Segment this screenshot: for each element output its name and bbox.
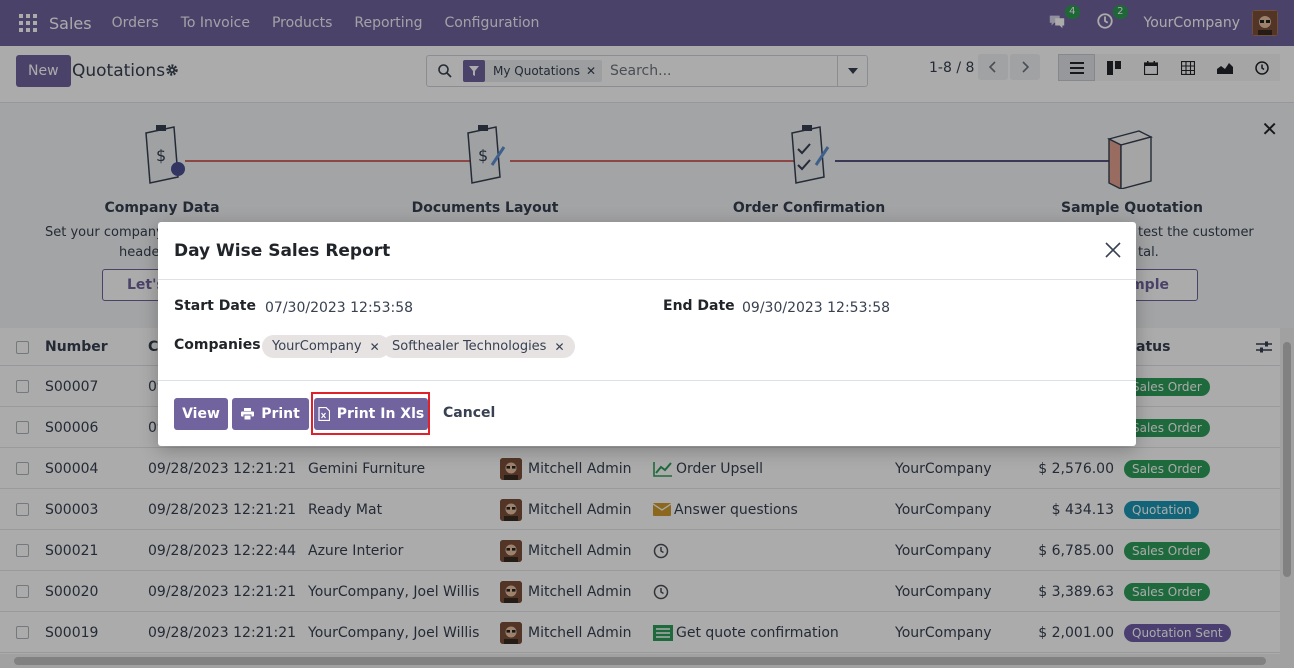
end-date-label: End Date xyxy=(663,298,735,314)
print-button-label: Print xyxy=(261,406,300,422)
modal-footer: View Print Print In Xls Cancel xyxy=(158,380,1136,446)
end-date-field[interactable]: 09/30/2023 12:53:58 xyxy=(742,300,890,316)
print-button[interactable]: Print xyxy=(232,398,309,430)
tag-remove-icon[interactable]: ✕ xyxy=(554,340,564,354)
company-tag-label: YourCompany xyxy=(272,339,362,354)
companies-label: Companies xyxy=(174,337,261,353)
highlight-box xyxy=(311,392,430,435)
company-tag: Softhealer Technologies ✕ xyxy=(382,335,575,358)
modal-title: Day Wise Sales Report xyxy=(174,241,391,261)
company-tag: YourCompany ✕ xyxy=(262,335,390,358)
modal-header: Day Wise Sales Report xyxy=(158,222,1136,280)
company-tag-label: Softhealer Technologies xyxy=(392,339,547,354)
day-wise-sales-report-dialog: Day Wise Sales Report Start Date 07/30/2… xyxy=(158,222,1136,446)
start-date-label: Start Date xyxy=(174,298,256,314)
printer-icon xyxy=(241,408,255,420)
view-button-label: View xyxy=(182,406,220,422)
cancel-button[interactable]: Cancel xyxy=(443,405,495,421)
close-icon[interactable] xyxy=(1104,241,1122,259)
start-date-field[interactable]: 07/30/2023 12:53:58 xyxy=(265,300,413,316)
view-button[interactable]: View xyxy=(174,398,228,430)
tag-remove-icon[interactable]: ✕ xyxy=(370,340,380,354)
